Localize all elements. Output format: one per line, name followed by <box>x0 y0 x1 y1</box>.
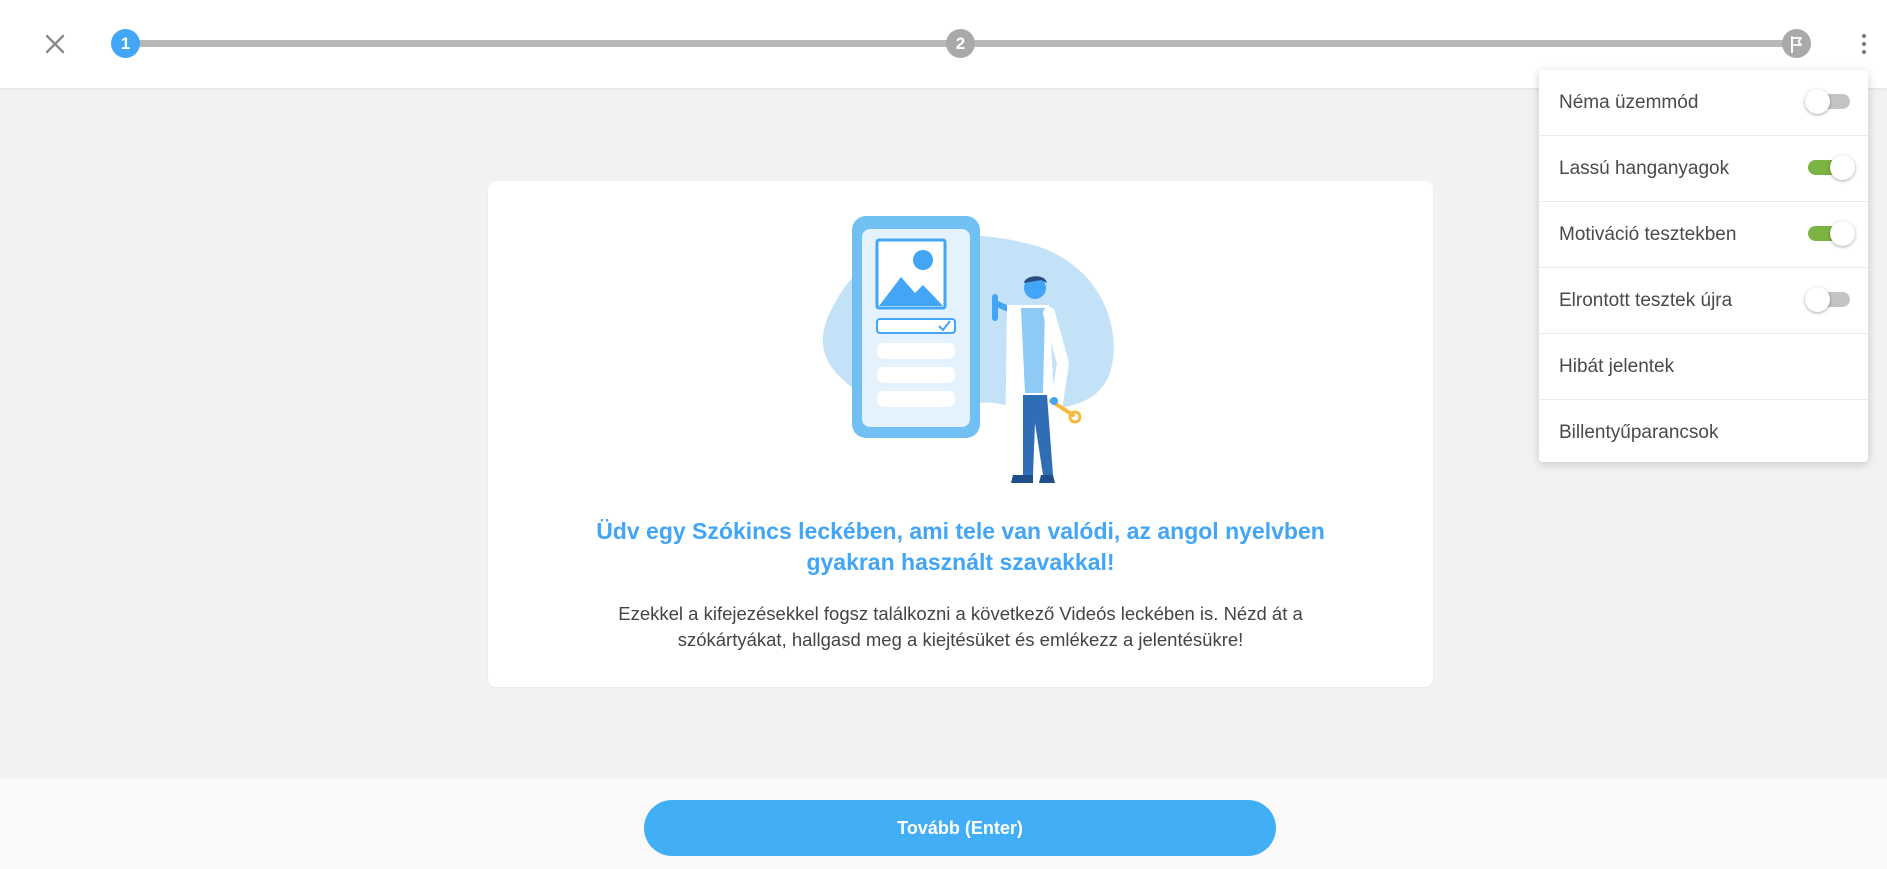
menu-item-keyboard-shortcuts[interactable]: Billentyűparancsok <box>1539 400 1868 466</box>
progress-step-label: 1 <box>120 33 131 53</box>
more-vert-icon <box>1862 34 1866 38</box>
retry-failed-toggle[interactable] <box>1805 285 1852 313</box>
menu-item-label: Lassú hanganyagok <box>1559 157 1730 179</box>
close-button[interactable] <box>40 29 70 59</box>
menu-item-label: Néma üzemmód <box>1559 91 1699 113</box>
menu-item-report-error[interactable]: Hibát jelentek <box>1539 334 1868 400</box>
menu-item-retry-failed[interactable]: Elrontott tesztek újra <box>1539 268 1868 334</box>
progress-step-1: 1 <box>111 29 140 58</box>
menu-item-label: Billentyűparancsok <box>1559 422 1719 443</box>
progress-step-finish <box>1782 29 1811 58</box>
slow-audio-toggle[interactable] <box>1808 153 1855 181</box>
menu-item-slow-audio[interactable]: Lassú hanganyagok <box>1539 136 1868 202</box>
flag-icon <box>1790 35 1802 53</box>
more-options-button[interactable] <box>1852 28 1876 60</box>
options-menu: Néma üzemmód Lassú hanganyagok Motiváció… <box>1539 70 1868 462</box>
menu-item-label: Elrontott tesztek újra <box>1559 289 1733 311</box>
card-description: Ezekkel a kifejezésekkel fogsz találkozn… <box>618 603 1303 650</box>
lesson-illustration <box>822 216 1114 483</box>
progress-step-2: 2 <box>946 29 975 58</box>
close-icon <box>45 34 65 54</box>
silent-mode-toggle[interactable] <box>1805 87 1852 115</box>
menu-item-motivation[interactable]: Motiváció tesztekben <box>1539 202 1868 268</box>
menu-item-label: Motiváció tesztekben <box>1559 223 1737 245</box>
menu-item-label: Hibát jelentek <box>1559 355 1675 377</box>
progress-step-label: 2 <box>955 33 966 53</box>
intro-card: Üdv egy Szókincs leckében, ami tele van … <box>488 181 1433 687</box>
motivation-toggle[interactable] <box>1808 219 1855 247</box>
next-button[interactable]: Tovább (Enter) <box>644 800 1276 856</box>
footer-bar: Tovább (Enter) <box>0 779 1887 869</box>
card-title: Üdv egy Szókincs leckében, ami tele van … <box>596 518 1325 575</box>
menu-item-silent-mode[interactable]: Néma üzemmód <box>1539 70 1868 136</box>
